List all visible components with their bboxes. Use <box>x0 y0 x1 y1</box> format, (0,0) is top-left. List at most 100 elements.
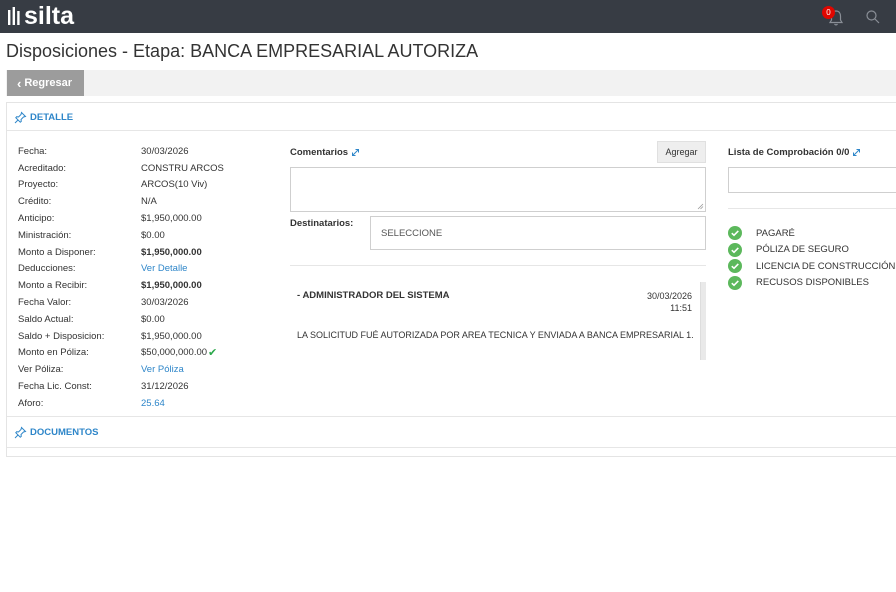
detail-label: Fecha Lic. Const: <box>18 381 92 393</box>
message-date: 30/03/2026 <box>646 291 692 301</box>
detail-row: Acreditado: CONSTRU ARCOS <box>18 160 224 177</box>
checklist-item-label: PÓLIZA DE SEGURO <box>756 244 849 256</box>
detail-value: $50,000,000.00 <box>141 347 208 359</box>
recipients-select[interactable]: SELECCIONE <box>370 216 706 250</box>
checklist-input[interactable] <box>728 167 896 193</box>
ver-detalle-link[interactable]: Ver Detalle <box>141 263 187 274</box>
detail-value: 31/12/2026 <box>141 381 189 393</box>
action-bar <box>6 70 896 96</box>
checklist-item: PAGARÉ <box>728 225 895 242</box>
checklist: PAGARÉ PÓLIZA DE SEGURO LICENCIA DE CONS… <box>728 225 895 291</box>
detail-value: $0.00 <box>141 313 165 325</box>
detail-value: 30/03/2026 <box>141 297 189 309</box>
message-timestamp: 30/03/2026 11:51 <box>630 290 692 314</box>
detail-value: CONSTRU ARCOS <box>141 162 224 174</box>
message-author: - ADMINISTRADOR DEL SISTEMA <box>297 290 450 301</box>
aforo-link[interactable]: 25.64 <box>141 398 165 409</box>
detail-row: Monto a Disponer: $1,950,000.00 <box>18 244 224 261</box>
pin-icon <box>14 111 27 124</box>
detail-label: Acreditado: <box>18 162 67 174</box>
top-navbar: silta 0 <box>0 0 896 33</box>
detail-label: Anticipo: <box>18 213 55 225</box>
detail-row: Ministración: $0.00 <box>18 227 224 244</box>
comments-title: Comentarios <box>290 147 360 158</box>
detail-row: Crédito: N/A <box>18 193 224 210</box>
detail-label: Fecha Valor: <box>18 297 72 309</box>
divider <box>728 208 896 209</box>
detail-label: Deducciones: <box>18 263 76 275</box>
check-circle-icon <box>728 275 742 290</box>
detail-value: $1,950,000.00 <box>141 246 202 258</box>
logo[interactable]: silta <box>7 2 74 30</box>
divider <box>7 447 896 448</box>
detail-label: Saldo + Disposicion: <box>18 330 105 342</box>
checklist-item-label: PAGARÉ <box>756 227 795 239</box>
detail-row: Monto a Recibir: $1,950,000.00 <box>18 277 224 294</box>
add-comment-button[interactable]: Agregar <box>657 141 706 163</box>
detail-value-poliza: $50,000,000.00 ✔ <box>141 346 217 359</box>
detail-value: 30/03/2026 <box>141 145 189 157</box>
detail-label: Fecha: <box>18 145 48 157</box>
detail-row: Anticipo: $1,950,000.00 <box>18 210 224 227</box>
checklist-item-label: RECUSOS DISPONIBLES <box>756 277 869 289</box>
detail-label: Crédito: <box>18 196 52 208</box>
check-circle-icon <box>728 259 742 274</box>
divider <box>7 416 896 417</box>
detail-label: Monto a Disponer: <box>18 246 96 258</box>
detail-value: $1,950,000.00 <box>141 330 202 342</box>
chevron-left-icon: ‹ <box>17 75 22 91</box>
expand-icon[interactable] <box>852 148 861 157</box>
detail-row: Fecha Lic. Const: 31/12/2026 <box>18 378 224 395</box>
section-header-detalle[interactable]: DETALLE <box>14 111 73 124</box>
detail-label: Ministración: <box>18 229 72 241</box>
detail-row: Fecha: 30/03/2026 <box>18 143 224 160</box>
section-title-documentos: DOCUMENTOS <box>30 427 99 438</box>
detail-row: Saldo Actual: $0.00 <box>18 311 224 328</box>
detail-row: Aforo: 25.64 <box>18 395 224 412</box>
page-title: Disposiciones - Etapa: BANCA EMPRESARIAL… <box>6 41 479 61</box>
detail-label: Proyecto: <box>18 179 59 191</box>
checkmark-icon: ✔ <box>208 347 218 360</box>
back-button-label: Regresar <box>24 77 73 89</box>
detail-value: $1,950,000.00 <box>141 213 202 225</box>
logo-text: silta <box>24 2 75 30</box>
detail-label: Saldo Actual: <box>18 313 74 325</box>
checklist-item-label: LICENCIA DE CONSTRUCCIÓN <box>756 260 896 272</box>
check-circle-icon <box>728 226 742 241</box>
detail-value: $0.00 <box>141 229 165 241</box>
pin-icon <box>14 426 27 439</box>
detail-value: $1,950,000.00 <box>141 280 202 292</box>
divider <box>290 265 706 266</box>
divider <box>7 130 896 131</box>
section-header-documentos[interactable]: DOCUMENTOS <box>14 426 98 439</box>
recipients-label: Destinatarios: <box>290 218 354 229</box>
logo-mark-icon <box>8 7 20 25</box>
detail-value: N/A <box>141 196 157 208</box>
checklist-title: Lista de Comprobación 0/0 <box>728 147 861 158</box>
comments-title-label: Comentarios <box>290 147 349 158</box>
detail-label: Monto en Póliza: <box>18 347 89 359</box>
notification-badge[interactable]: 0 <box>822 6 835 19</box>
detail-row: Proyecto: ARCOS(10 Viv) <box>18 177 224 194</box>
search-icon[interactable] <box>865 9 881 25</box>
detail-value: ARCOS(10 Viv) <box>141 179 208 191</box>
detail-row: Ver Póliza: Ver Póliza <box>18 361 224 378</box>
section-title-detalle: DETALLE <box>30 112 74 123</box>
checklist-item: PÓLIZA DE SEGURO <box>728 242 895 259</box>
message-time: 11:51 <box>670 303 692 313</box>
checklist-title-label: Lista de Comprobación 0/0 <box>728 147 850 158</box>
detail-label: Monto a Recibir: <box>18 280 88 292</box>
detail-label: Aforo: <box>18 397 44 409</box>
detail-row: Saldo + Disposicion: $1,950,000.00 <box>18 328 224 345</box>
resize-handle-icon[interactable] <box>697 203 704 210</box>
back-button[interactable]: ‹ Regresar <box>7 70 84 96</box>
message-text: LA SOLICITUD FUÉ AUTORIZADA POR AREA TEC… <box>297 330 694 340</box>
detail-label: Ver Póliza: <box>18 364 64 376</box>
messages-scrollbar[interactable] <box>700 282 706 360</box>
detail-row: Fecha Valor: 30/03/2026 <box>18 294 224 311</box>
expand-icon[interactable] <box>351 148 360 157</box>
detail-list: Fecha: 30/03/2026 Acreditado: CONSTRU ARCO… <box>18 143 224 412</box>
ver-poliza-link[interactable]: Ver Póliza <box>141 364 184 375</box>
detail-row: Monto en Póliza: $50,000,000.00 ✔ <box>18 345 224 362</box>
comment-textarea[interactable] <box>290 167 706 212</box>
